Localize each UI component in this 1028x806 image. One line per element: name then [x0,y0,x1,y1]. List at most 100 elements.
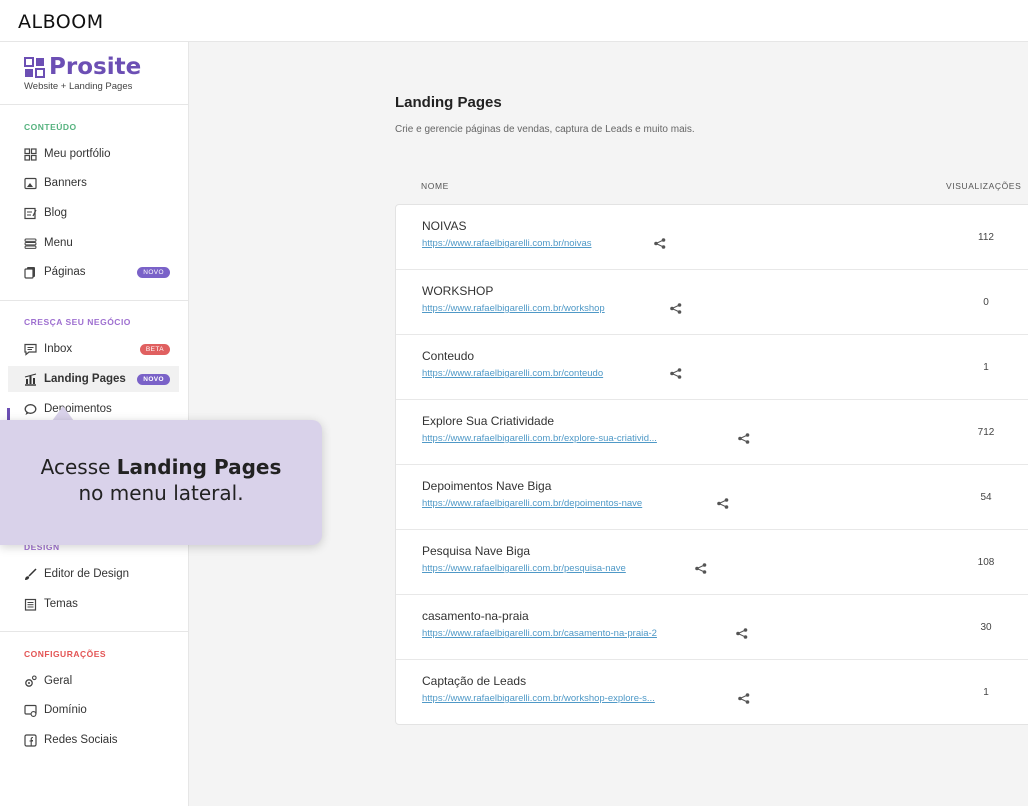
row-name[interactable]: Explore Sua Criatividade [422,414,554,428]
row-name[interactable]: WORKSHOP [422,284,493,298]
new-badge: NOVO [137,373,170,385]
row-views: 112 [978,232,994,243]
row-url-link[interactable]: https://www.rafaelbigarelli.com.br/works… [422,693,655,704]
row-views: 712 [977,427,995,438]
page-subtitle: Crie e gerencie páginas de vendas, captu… [395,124,695,135]
sidebar-item-label: Meu portfólio [44,148,111,160]
row-url-link[interactable]: https://www.rafaelbigarelli.com.br/conte… [422,368,603,379]
sidebar-item-label: Editor de Design [44,568,130,580]
prosite-logo-icon [24,56,45,78]
sidebar-item-portfolio[interactable]: Meu portfólio [8,141,179,167]
table-row[interactable]: Conteudo https://www.rafaelbigarelli.com… [396,335,1028,400]
image-icon [24,177,37,189]
row-views: 1 [983,362,989,373]
sidebar-item-banners[interactable]: Banners [8,170,179,196]
row-name[interactable]: casamento-na-praia [422,609,529,623]
sidebar-item-menu[interactable]: Menu [8,230,179,256]
share-icon[interactable] [670,368,682,379]
share-icon[interactable] [736,628,748,639]
row-views: 54 [980,492,992,503]
share-icon[interactable] [738,433,750,444]
row-url-link[interactable]: https://www.rafaelbigarelli.com.br/pesqu… [422,563,626,574]
row-url-link[interactable]: https://www.rafaelbigarelli.com.br/depoi… [422,498,642,509]
brand[interactable]: Prosite Website + Landing Pages [24,54,141,92]
sidebar-item-dominio[interactable]: Domínio [8,697,179,723]
domain-icon [24,704,37,717]
table-row[interactable]: Depoimentos Nave Biga https://www.rafael… [396,465,1028,530]
share-icon[interactable] [738,693,750,704]
row-url-link[interactable]: https://www.rafaelbigarelli.com.br/casam… [422,628,657,639]
brand-name: Prosite [49,54,142,80]
table-row[interactable]: casamento-na-praia https://www.rafaelbig… [396,595,1028,660]
row-url-link[interactable]: https://www.rafaelbigarelli.com.br/explo… [422,433,657,444]
alboom-logo[interactable]: ALBOOM [18,11,104,33]
sidebar-item-label: Páginas [44,266,86,278]
facebook-icon [24,733,37,747]
sidebar-item-label: Blog [44,207,68,219]
table-row[interactable]: NOIVAS https://www.rafaelbigarelli.com.b… [396,205,1028,270]
row-views: 1 [983,687,989,698]
top-bar: ALBOOM [0,0,1028,42]
tooltip-highlight: Landing Pages [116,455,282,479]
table-row[interactable]: Pesquisa Nave Biga https://www.rafaelbig… [396,530,1028,595]
row-name[interactable]: NOIVAS [422,219,466,233]
share-icon[interactable] [654,238,666,249]
section-label-cresca: CRESÇA SEU NEGÓCIO [24,317,131,327]
sidebar-item-label: Inbox [44,343,73,355]
share-icon[interactable] [670,303,682,314]
sidebar-item-depoimentos[interactable]: Depoimentos [8,396,179,422]
gear-icon [25,674,37,687]
section-label-conteudo: CONTEÚDO [24,122,77,132]
sidebar-item-paginas[interactable]: Páginas NOVO [8,259,179,285]
sidebar-item-temas[interactable]: Temas [8,591,179,617]
page-title: Landing Pages [395,94,502,111]
sidebar-item-editor-design[interactable]: Editor de Design [8,561,179,587]
blog-icon [24,207,37,219]
sidebar-item-inbox[interactable]: Inbox BETA [8,336,179,362]
share-icon[interactable] [717,498,729,509]
sidebar-item-label: Domínio [44,704,87,716]
row-views: 30 [980,622,992,633]
divider [0,631,189,632]
table-row[interactable]: WORKSHOP https://www.rafaelbigarelli.com… [396,270,1028,335]
landing-pages-table: NOIVAS https://www.rafaelbigarelli.com.b… [395,204,1028,725]
row-name[interactable]: Depoimentos Nave Biga [422,479,551,493]
chat-icon [24,403,37,415]
share-icon[interactable] [695,563,707,574]
sidebar-item-label: Temas [44,598,78,610]
tooltip-callout: Acesse Landing Pages no menu lateral. [0,420,322,545]
divider [0,300,189,301]
sidebar-item-label: Menu [44,237,73,249]
sidebar-item-label: Landing Pages [44,373,126,385]
row-name[interactable]: Conteudo [422,349,474,363]
row-name[interactable]: Captação de Leads [422,674,526,688]
pages-icon [24,266,35,279]
beta-badge: BETA [139,343,170,355]
row-url-link[interactable]: https://www.rafaelbigarelli.com.br/noiva… [422,238,592,249]
inbox-icon [24,343,37,356]
section-label-configuracoes: CONFIGURAÇÕES [24,649,107,659]
row-name[interactable]: Pesquisa Nave Biga [422,544,530,558]
sidebar-item-geral[interactable]: Geral [8,668,179,694]
new-badge: NOVO [137,266,170,278]
tooltip-line2: no menu lateral. [78,481,244,505]
table-row[interactable]: Captação de Leads https://www.rafaelbiga… [396,660,1028,724]
sidebar-item-redes-sociais[interactable]: Redes Sociais [8,727,179,753]
row-url-link[interactable]: https://www.rafaelbigarelli.com.br/works… [422,303,605,314]
tooltip-arrow [52,406,74,421]
column-header-views[interactable]: VISUALIZAÇÕES [946,181,1021,191]
menu-icon [24,238,37,249]
tooltip-text: Acesse Landing Pages no menu lateral. [0,454,322,506]
sidebar-item-label: Redes Sociais [44,734,118,746]
sidebar-item-blog[interactable]: Blog [8,200,179,226]
brand-subtitle: Website + Landing Pages [24,81,133,92]
brush-icon [25,567,37,580]
column-header-name[interactable]: NOME [421,181,449,191]
table-row[interactable]: Explore Sua Criatividade https://www.raf… [396,400,1028,465]
themes-icon [24,598,37,611]
row-views: 0 [983,297,989,308]
row-views: 108 [977,557,995,568]
portfolio-icon [24,147,37,161]
sidebar-item-landing-pages[interactable]: Landing Pages NOVO [8,366,179,392]
landing-pages-icon [24,373,37,386]
